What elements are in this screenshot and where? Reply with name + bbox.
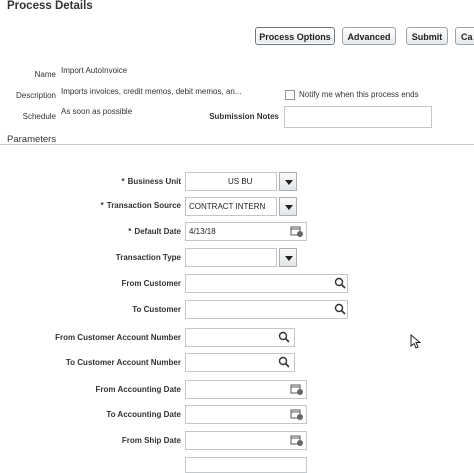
default-date-calendar-icon[interactable] (290, 224, 304, 238)
transaction-type-dropdown-chevron-down-icon[interactable] (279, 248, 297, 267)
from-customer-input[interactable] (185, 274, 348, 293)
submission-notes-label: Submission Notes (209, 112, 279, 121)
name-value: Import AutoInvoice (61, 66, 128, 75)
submit-button[interactable]: Submit (406, 27, 448, 45)
from-customer-search-icon[interactable] (333, 276, 347, 290)
default-date-label: * Default Date (128, 227, 181, 236)
schedule-label: Schedule (22, 112, 56, 121)
process-options-button[interactable]: Process Options (255, 27, 335, 45)
cancel-button[interactable]: Ca (455, 27, 474, 45)
from-ship-date-label: From Ship Date (121, 436, 181, 445)
from-customer-account-search-icon[interactable] (277, 330, 291, 344)
advanced-button[interactable]: Advanced (342, 27, 396, 45)
to-customer-account-search-icon[interactable] (277, 355, 291, 369)
transaction-type-select[interactable] (185, 248, 277, 267)
transaction-source-label: * Transaction Source (100, 201, 181, 210)
to-customer-search-icon[interactable] (333, 302, 347, 316)
from-accounting-date-input[interactable] (185, 380, 307, 399)
to-customer-input[interactable] (185, 300, 348, 319)
description-value: Imports invoices, credit memos, debit me… (61, 87, 242, 96)
notify-checkbox[interactable] (285, 90, 295, 100)
to-accounting-date-input[interactable] (185, 405, 307, 424)
page-title: Process Details (7, 0, 93, 12)
business-unit-dropdown-chevron-down-icon[interactable] (279, 172, 297, 191)
from-customer-label: From Customer (121, 279, 181, 288)
from-ship-date-calendar-icon[interactable] (290, 433, 304, 447)
from-ship-date-input[interactable] (185, 431, 307, 450)
default-date-input[interactable]: 4/13/18 (185, 222, 307, 241)
transaction-source-select[interactable]: CONTRACT INTERN (185, 197, 277, 216)
business-unit-label: * Business Unit (121, 177, 181, 186)
business-unit-select[interactable]: US BU (185, 172, 277, 191)
transaction-source-dropdown-chevron-down-icon[interactable] (279, 197, 297, 216)
from-accounting-date-calendar-icon[interactable] (290, 382, 304, 396)
to-customer-account-number-label: To Customer Account Number (65, 358, 181, 367)
to-customer-label: To Customer (132, 305, 181, 314)
name-label: Name (34, 70, 56, 79)
transaction-type-label: Transaction Type (115, 253, 181, 262)
notify-label: Notify me when this process ends (299, 90, 419, 99)
from-customer-account-number-label: From Customer Account Number (55, 333, 181, 342)
schedule-value: As soon as possible (61, 107, 133, 116)
to-accounting-date-label: To Accounting Date (106, 410, 181, 419)
section-divider (0, 144, 474, 145)
to-accounting-date-calendar-icon[interactable] (290, 407, 304, 421)
mouse-pointer-icon (410, 334, 422, 349)
description-label: Description (15, 91, 56, 100)
from-accounting-date-label: From Accounting Date (95, 385, 181, 394)
submission-notes-field[interactable] (284, 106, 432, 128)
required-marker: * (121, 177, 125, 186)
next-parameter-input[interactable] (185, 457, 307, 473)
